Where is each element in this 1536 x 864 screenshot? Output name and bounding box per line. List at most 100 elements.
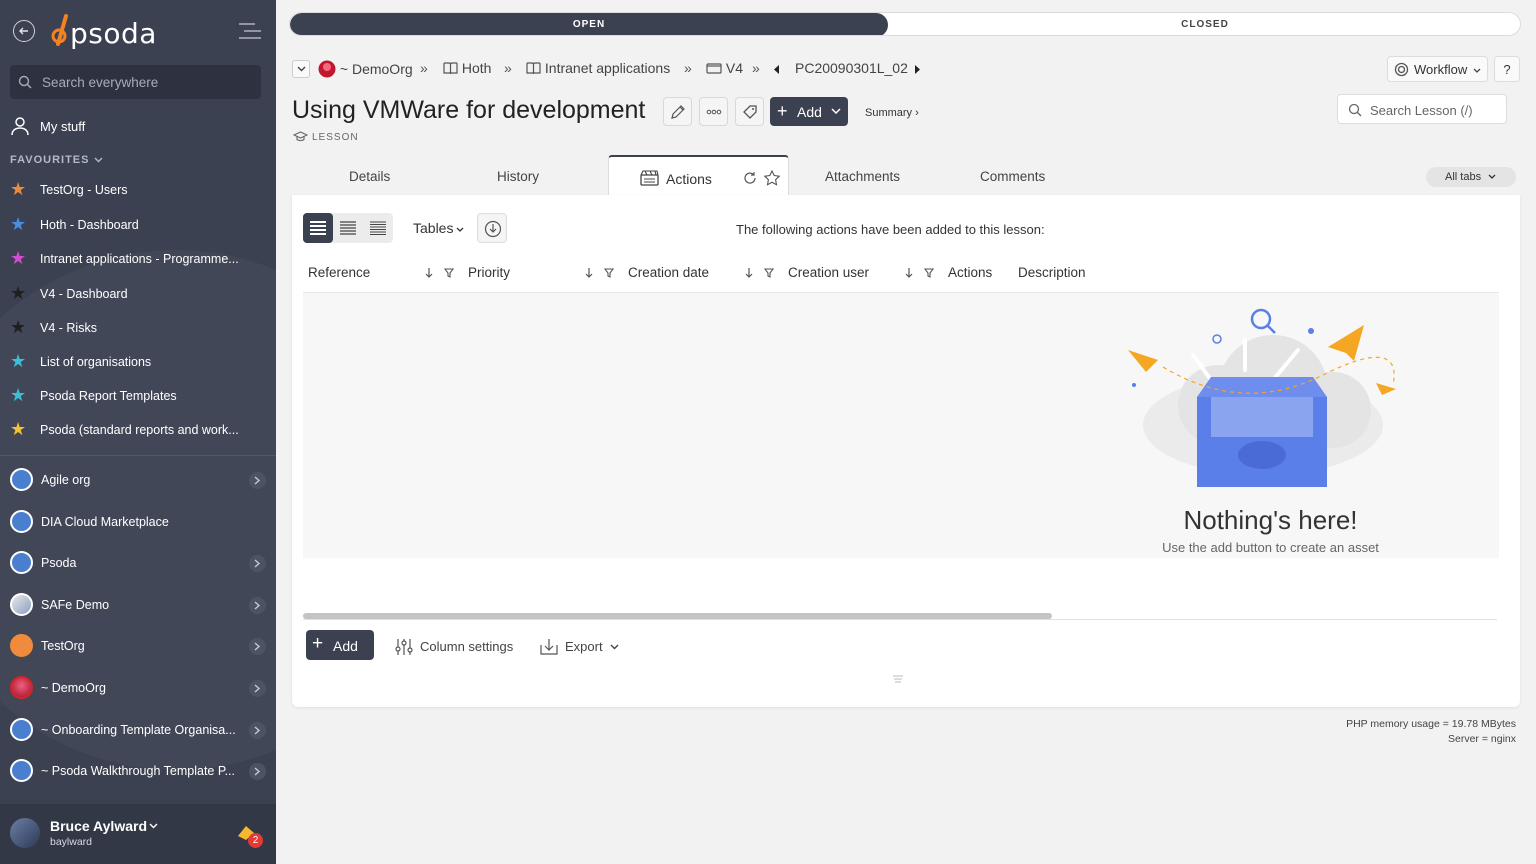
column-creation-date[interactable]: Creation date <box>628 265 709 280</box>
org-item-safe-demo[interactable]: SAFe Demo <box>10 591 268 619</box>
lesson-icon <box>292 131 309 142</box>
star-outline-icon[interactable] <box>764 170 780 186</box>
previous-icon[interactable] <box>774 65 780 74</box>
summary-link[interactable]: Summary › <box>865 107 919 119</box>
sidebar-search-input[interactable]: Search everywhere <box>10 65 261 99</box>
tab-actions[interactable]: Actions <box>608 155 789 196</box>
view-comfortable-button[interactable] <box>303 213 333 243</box>
item-type-label: LESSON <box>312 132 359 143</box>
filter-icon[interactable] <box>444 268 454 278</box>
my-stuff-link[interactable]: My stuff <box>10 114 260 138</box>
add-label: Add <box>797 104 822 120</box>
breadcrumb-portfolio[interactable]: Hoth <box>443 60 491 76</box>
actions-intro: The following actions have been added to… <box>736 222 1045 237</box>
search-lesson-placeholder: Search Lesson (/) <box>1370 103 1473 118</box>
help-button[interactable]: ? <box>1494 56 1520 82</box>
page-title: Using VMWare for development <box>292 96 646 124</box>
org-item-demoorg[interactable]: ~ DemoOrg <box>10 674 268 702</box>
refresh-icon[interactable] <box>743 171 757 185</box>
avatar[interactable] <box>10 818 40 848</box>
sort-icon[interactable] <box>745 268 753 278</box>
workflow-button[interactable]: Workflow <box>1387 56 1488 82</box>
chevron-right-icon[interactable] <box>249 597 266 614</box>
user-icon <box>11 117 29 136</box>
favourite-item[interactable]: ★ TestOrg - Users <box>10 178 260 202</box>
column-settings-label: Column settings <box>420 639 514 654</box>
chevron-right-icon[interactable] <box>249 763 266 780</box>
edit-button[interactable] <box>663 97 692 126</box>
status-closed[interactable]: CLOSED <box>888 13 1520 35</box>
psoda-logo[interactable]: psoda <box>50 14 160 50</box>
chevron-right-icon[interactable] <box>249 680 266 697</box>
sort-icon[interactable] <box>585 268 593 278</box>
clapperboard-icon <box>640 170 659 186</box>
favourite-label: Intranet applications - Programme... <box>40 252 239 266</box>
view-dense-button[interactable] <box>363 213 393 243</box>
org-item-agile-org[interactable]: Agile org <box>10 466 268 494</box>
back-icon[interactable] <box>13 20 35 42</box>
chevron-right-icon[interactable] <box>249 472 266 489</box>
breadcrumb-project[interactable]: V4 <box>706 60 743 76</box>
favourite-item[interactable]: ★ V4 - Risks <box>10 316 260 340</box>
column-description[interactable]: Description <box>1018 265 1086 280</box>
favourite-item[interactable]: ★ Psoda (standard reports and work... <box>10 418 260 442</box>
memory-usage: PHP memory usage = 19.78 MBytes <box>1346 718 1516 730</box>
user-panel[interactable]: Bruce Aylward baylward <box>0 804 276 864</box>
chevron-right-icon[interactable] <box>249 555 266 572</box>
breadcrumb-label: V4 <box>725 60 744 76</box>
chevron-right-icon[interactable] <box>249 638 266 655</box>
column-reference[interactable]: Reference <box>308 265 370 280</box>
org-label: Psoda <box>41 556 77 570</box>
status-bar: OPEN CLOSED <box>289 12 1521 36</box>
tables-dropdown[interactable]: Tables <box>413 220 464 236</box>
tag-button[interactable] <box>735 97 764 126</box>
tab-attachments[interactable]: Attachments <box>825 169 900 184</box>
logo-text: psoda <box>70 17 157 50</box>
breadcrumb-programme[interactable]: Intranet applications <box>526 60 670 76</box>
workflow-label: Workflow <box>1414 62 1468 77</box>
download-button[interactable] <box>477 213 507 243</box>
status-open[interactable]: OPEN <box>290 13 888 35</box>
favourite-label: Psoda Report Templates <box>40 389 177 403</box>
breadcrumb-org[interactable]: ~ DemoOrg <box>318 60 413 78</box>
sidebar: psoda Search everywhere My stuff FAVOURI… <box>0 0 276 864</box>
tab-comments[interactable]: Comments <box>980 169 1045 184</box>
search-lesson-input[interactable]: Search Lesson (/) <box>1337 94 1507 124</box>
org-item-psoda[interactable]: Psoda <box>10 549 268 577</box>
favourite-item[interactable]: ★ List of organisations <box>10 350 260 374</box>
list-icon <box>310 221 326 235</box>
org-item-testorg[interactable]: TestOrg <box>10 632 268 660</box>
filter-icon[interactable] <box>604 268 614 278</box>
column-creation-user[interactable]: Creation user <box>788 265 869 280</box>
more-button[interactable] <box>699 97 728 126</box>
filter-icon[interactable] <box>924 268 934 278</box>
chevron-right-icon[interactable] <box>249 722 266 739</box>
favourites-heading[interactable]: FAVOURITES <box>10 154 103 166</box>
column-actions[interactable]: Actions <box>948 265 992 280</box>
org-item-dia-cloud[interactable]: DIA Cloud Marketplace <box>10 508 268 536</box>
favourite-item[interactable]: ★ Psoda Report Templates <box>10 384 260 408</box>
favourite-item[interactable]: ★ Hoth - Dashboard <box>10 213 260 237</box>
tab-details[interactable]: Details <box>349 169 390 184</box>
org-item-walkthrough[interactable]: ~ Psoda Walkthrough Template P... <box>10 757 268 785</box>
next-icon[interactable] <box>914 65 920 74</box>
collapse-menu-icon[interactable] <box>237 21 263 41</box>
org-item-onboarding[interactable]: ~ Onboarding Template Organisa... <box>10 716 268 744</box>
breadcrumb-dropdown[interactable] <box>292 60 310 78</box>
sort-icon[interactable] <box>905 268 913 278</box>
table-body: Nothing's here! Use the add button to cr… <box>303 293 1499 558</box>
star-icon: ★ <box>10 351 27 371</box>
chevron-down-icon[interactable] <box>149 823 158 829</box>
sort-icon[interactable] <box>425 268 433 278</box>
all-tabs-button[interactable]: All tabs <box>1426 167 1516 187</box>
favourite-item[interactable]: ★ V4 - Dashboard <box>10 282 260 306</box>
column-priority[interactable]: Priority <box>468 265 510 280</box>
pencil-icon <box>671 105 685 119</box>
add-button[interactable]: + Add <box>770 97 848 126</box>
favourite-item[interactable]: ★ Intranet applications - Programme... <box>10 247 260 271</box>
view-compact-button[interactable] <box>333 213 363 243</box>
resize-grip-icon[interactable] <box>892 675 904 683</box>
tab-history[interactable]: History <box>497 169 539 184</box>
add-action-button[interactable]: + Add <box>306 630 374 660</box>
filter-icon[interactable] <box>764 268 774 278</box>
